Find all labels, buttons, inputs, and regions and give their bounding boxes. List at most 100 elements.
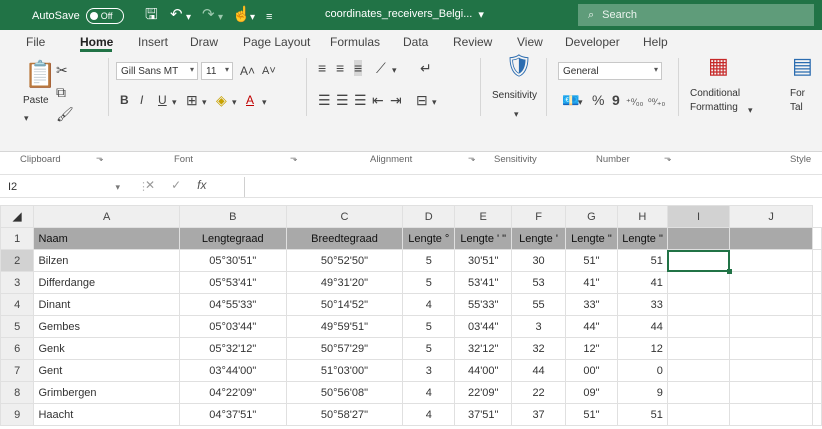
row-header[interactable]: 2 — [0, 249, 35, 272]
row-header[interactable]: 6 — [0, 337, 35, 360]
cell-f3[interactable]: 53 — [511, 271, 566, 294]
undo-icon[interactable]: ↶ — [170, 6, 183, 24]
column-header-c[interactable]: C — [285, 205, 404, 228]
cell-e8[interactable]: 22'09" — [454, 381, 513, 404]
merge-center-icon[interactable]: ⊟ — [416, 92, 428, 108]
fill-color-icon[interactable]: ◈ — [216, 92, 227, 108]
cell-g4[interactable]: 33" — [564, 293, 618, 316]
column-header-f[interactable]: F — [511, 205, 566, 228]
cell-i9[interactable] — [666, 403, 731, 426]
fill-color-dropdown-icon[interactable]: ▾ — [232, 94, 237, 110]
tab-formulas[interactable]: Formulas — [330, 35, 380, 49]
cell-j7[interactable] — [729, 359, 813, 382]
cell-a1[interactable]: Naam — [33, 227, 180, 250]
cell-b9[interactable]: 04°37'51" — [178, 403, 287, 426]
cell-h9[interactable]: 51 — [616, 403, 668, 426]
cell-g5[interactable]: 44" — [564, 315, 618, 338]
tab-view[interactable]: View — [517, 35, 543, 49]
cell-b6[interactable]: 05°32'12" — [178, 337, 287, 360]
borders-icon[interactable]: ⊞ — [186, 92, 198, 108]
font-color-icon[interactable]: A — [246, 92, 254, 108]
cell-h7[interactable]: 0 — [616, 359, 668, 382]
cell-e6[interactable]: 32'12" — [454, 337, 513, 360]
font-color-dropdown-icon[interactable]: ▾ — [262, 94, 267, 110]
cell-c8[interactable]: 50°56'08" — [285, 381, 404, 404]
touch-mode-icon[interactable]: ☝ — [232, 6, 251, 24]
insert-function-icon[interactable]: fx — [197, 178, 206, 192]
cell-d4[interactable]: 4 — [402, 293, 456, 316]
align-right-icon[interactable]: ☰ — [354, 92, 367, 108]
cell-e7[interactable]: 44'00" — [454, 359, 513, 382]
clipboard-launcher-icon[interactable]: ⬎ — [96, 153, 104, 164]
align-bottom-icon[interactable]: ≡ — [354, 60, 363, 76]
cell-i5[interactable] — [666, 315, 731, 338]
cell-a9[interactable]: Haacht — [33, 403, 180, 426]
wrap-text-icon[interactable]: ↵ — [420, 60, 432, 76]
formula-input[interactable] — [244, 177, 822, 197]
column-header-i[interactable]: I — [666, 205, 731, 228]
cell-d1[interactable]: Lengte ° — [402, 227, 456, 250]
cell-c9[interactable]: 50°58'27" — [285, 403, 404, 426]
cell-g3[interactable]: 41" — [564, 271, 618, 294]
cell-overflow[interactable] — [812, 249, 822, 272]
cell-f9[interactable]: 37 — [511, 403, 566, 426]
column-header-g[interactable]: G — [564, 205, 618, 228]
cell-j4[interactable] — [729, 293, 813, 316]
bold-button[interactable]: B — [120, 92, 129, 108]
paste-icon[interactable]: 📋 — [24, 60, 56, 88]
select-all-corner[interactable]: ◢ — [0, 205, 35, 228]
format-painter-icon[interactable]: 🖌 — [56, 106, 74, 122]
cell-f6[interactable]: 32 — [511, 337, 566, 360]
tab-home[interactable]: Home — [80, 35, 113, 49]
fill-handle[interactable] — [726, 268, 732, 274]
underline-button[interactable]: U — [158, 92, 167, 108]
merge-dropdown-icon[interactable]: ▾ — [432, 94, 437, 110]
row-header[interactable]: 9 — [0, 403, 35, 426]
shrink-font-icon[interactable]: A˅ — [262, 63, 276, 79]
cell-overflow[interactable] — [812, 381, 822, 404]
cell-e2[interactable]: 30'51" — [454, 249, 513, 272]
decrease-decimal-icon[interactable]: ⁰⁰⁄₊₀ — [648, 94, 665, 110]
cell-c2[interactable]: 50°52'50" — [285, 249, 404, 272]
tab-draw[interactable]: Draw — [190, 35, 218, 49]
cell-h1[interactable]: Lengte " — [616, 227, 668, 250]
orientation-icon[interactable]: ⟋ — [376, 60, 386, 76]
cell-i3[interactable] — [666, 271, 731, 294]
cell-a5[interactable]: Gembes — [33, 315, 180, 338]
cell-f7[interactable]: 44 — [511, 359, 566, 382]
copy-icon[interactable]: ⧉ — [56, 84, 66, 100]
cell-g1[interactable]: Lengte " — [564, 227, 618, 250]
sensitivity-button-label[interactable]: Sensitivity — [492, 90, 537, 101]
cell-e4[interactable]: 55'33" — [454, 293, 513, 316]
cell-g8[interactable]: 09" — [564, 381, 618, 404]
cell-g9[interactable]: 51" — [564, 403, 618, 426]
number-format-combo[interactable]: General ▾ — [558, 62, 662, 80]
borders-dropdown-icon[interactable]: ▾ — [202, 94, 207, 110]
column-header-e[interactable]: E — [454, 205, 513, 228]
font-name-combo[interactable]: Gill Sans MT ▾ — [116, 62, 198, 80]
column-header-j[interactable]: J — [729, 205, 813, 228]
grow-font-icon[interactable]: A˄ — [240, 63, 255, 79]
cell-overflow[interactable] — [812, 293, 822, 316]
align-left-icon[interactable]: ☰ — [318, 92, 331, 108]
save-icon[interactable]: 🖫 — [145, 6, 158, 24]
row-header[interactable]: 1 — [0, 227, 35, 250]
sensitivity-icon[interactable]: 🛡 — [505, 55, 533, 77]
cell-j8[interactable] — [729, 381, 813, 404]
cell-g2[interactable]: 51" — [564, 249, 618, 272]
autosave-toggle[interactable]: Off — [85, 8, 124, 24]
conditional-formatting-icon[interactable]: ▦ — [708, 55, 729, 77]
cell-h3[interactable]: 41 — [616, 271, 668, 294]
cell-b5[interactable]: 05°03'44" — [178, 315, 287, 338]
cell-f4[interactable]: 55 — [511, 293, 566, 316]
cancel-icon[interactable]: ✕ — [145, 178, 155, 192]
cell-c4[interactable]: 50°14'52" — [285, 293, 404, 316]
cell-g6[interactable]: 12" — [564, 337, 618, 360]
conditional-formatting-dropdown-icon[interactable]: ▾ — [748, 102, 753, 118]
orientation-dropdown-icon[interactable]: ▾ — [392, 62, 397, 78]
cell-a7[interactable]: Gent — [33, 359, 180, 382]
cell-c5[interactable]: 49°59'51" — [285, 315, 404, 338]
tab-insert[interactable]: Insert — [138, 35, 168, 49]
row-header[interactable]: 3 — [0, 271, 35, 294]
search-box[interactable]: ⌕ Search — [578, 4, 814, 26]
